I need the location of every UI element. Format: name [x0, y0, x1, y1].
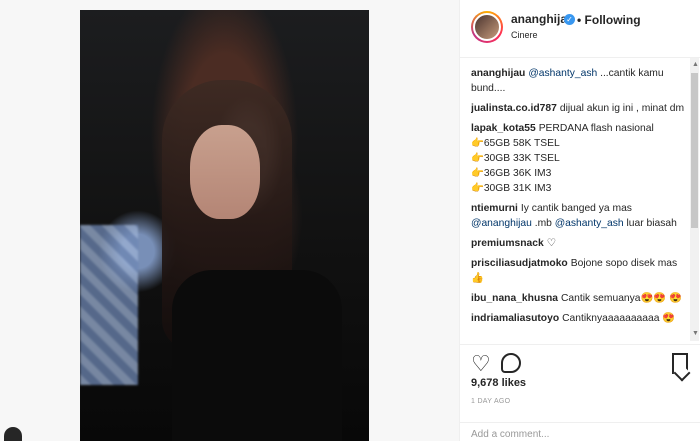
comment-username[interactable]: ntiemurni: [471, 203, 518, 214]
post-location[interactable]: Cinere: [511, 30, 538, 40]
comment-line: 👉30GB 33K TSEL: [471, 153, 560, 164]
comment-username[interactable]: ananghijau: [471, 68, 525, 79]
scrollbar-thumb[interactable]: [691, 73, 698, 228]
comment-text: Cantik semuanya😍😍 😍: [560, 293, 682, 304]
comment-text: ♡: [546, 238, 556, 249]
comment-text: PERDANA flash nasional: [538, 123, 654, 134]
post-header: ananghijau ✓ • Following Cinere: [460, 0, 700, 58]
list-item: premiumsnack ♡: [471, 236, 691, 251]
add-comment-input[interactable]: Add a comment...: [460, 422, 700, 441]
comment-line: 👉30GB 31K IM3: [471, 183, 552, 194]
scroll-up-icon[interactable]: ▲: [692, 61, 699, 68]
profile-avatar-icon[interactable]: [4, 427, 22, 441]
list-item: ibu_nana_khusna Cantik semuanya😍😍 😍: [471, 291, 691, 306]
list-item: ntiemurni Iy cantik banged ya mas @anangh…: [471, 201, 691, 231]
post-details-panel: ananghijau ✓ • Following Cinere ananghij…: [459, 0, 700, 441]
post-photo-area: [0, 0, 459, 441]
comment-line: 👉65GB 58K TSEL: [471, 138, 560, 149]
mirror-reflection: [80, 225, 138, 385]
list-item: prisciliasudjatmoko Bojone sopo disek mas…: [471, 256, 691, 286]
comment-username[interactable]: prisciliasudjatmoko: [471, 258, 568, 269]
heart-icon[interactable]: ♡: [471, 353, 491, 375]
post-photo[interactable]: [80, 10, 369, 441]
comment-text: Cantiknyaaaaaaaaaa 😍: [562, 313, 676, 324]
following-status[interactable]: • Following: [577, 13, 641, 27]
comment-mention[interactable]: @ashanty_ash: [555, 218, 624, 229]
profile-avatar[interactable]: [471, 11, 503, 43]
comment-line: 👉36GB 36K IM3: [471, 168, 552, 179]
verified-badge-icon: ✓: [564, 14, 575, 25]
bookmark-icon[interactable]: [672, 353, 688, 374]
black-dress: [172, 270, 342, 441]
list-item: jualinsta.co.id787 dijual akun ig ini , m…: [471, 101, 691, 116]
post-actions: ♡ 9,678 likes 1 DAY AGO Add a comment...: [460, 344, 700, 441]
comment-username[interactable]: indriamaliasutoyo: [471, 313, 559, 324]
comment-username[interactable]: ibu_nana_khusna: [471, 293, 558, 304]
comment-text: dijual akun ig ini , minat dm: [559, 103, 685, 114]
list-item: indriamaliasutoyo Cantiknyaaaaaaaaaa 😍: [471, 311, 691, 326]
list-item: ananghijau @ashanty_ash ...cantik kamu bu…: [471, 66, 691, 96]
list-item: lapak_kota55 PERDANA flash nasional 👉65GB…: [471, 121, 691, 196]
comment-username[interactable]: premiumsnack: [471, 238, 544, 249]
comment-mention[interactable]: @ashanty_ash: [528, 68, 597, 79]
scroll-down-icon[interactable]: ▼: [692, 330, 699, 337]
avatar-image: [473, 13, 501, 41]
comment-mention[interactable]: @ananghijau: [471, 218, 532, 229]
comments-list: ananghijau @ashanty_ash ...cantik kamu bu…: [471, 66, 691, 343]
comment-username[interactable]: lapak_kota55: [471, 123, 536, 134]
post-timestamp: 1 DAY AGO: [471, 398, 511, 405]
comment-text: luar biasah: [623, 218, 677, 229]
like-count[interactable]: 9,678 likes: [471, 377, 526, 389]
comment-icon[interactable]: [501, 353, 521, 373]
comment-text: Iy cantik banged ya mas: [520, 203, 632, 214]
comment-username[interactable]: jualinsta.co.id787: [471, 103, 557, 114]
comments-scrollbar[interactable]: ▲ ▼: [690, 58, 699, 341]
comment-text: .mb: [531, 218, 555, 229]
